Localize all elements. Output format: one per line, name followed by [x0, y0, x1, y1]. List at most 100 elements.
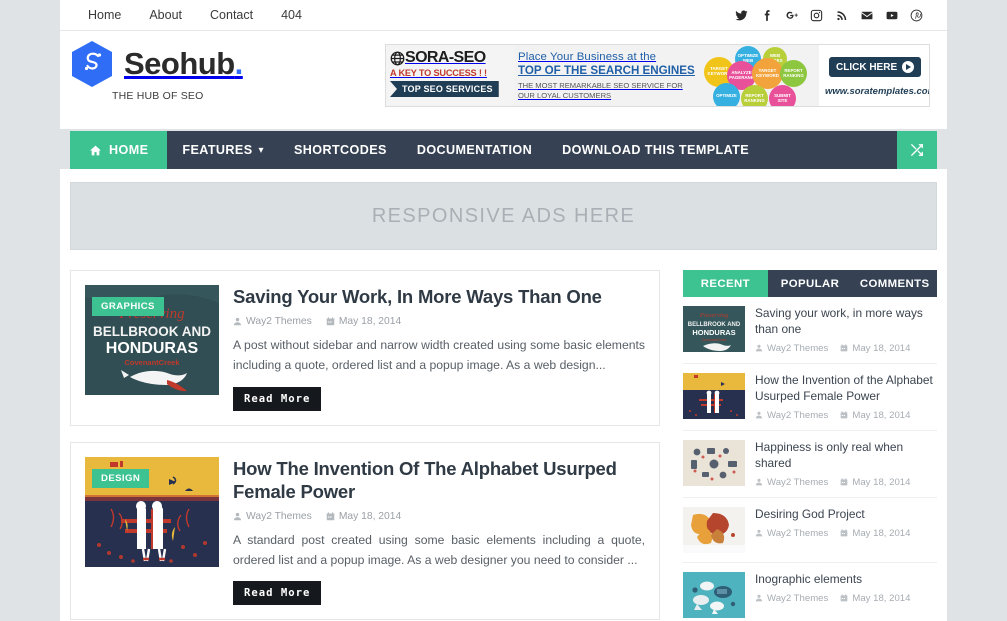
tab-popular[interactable]: POPULAR [768, 270, 853, 297]
list-item[interactable]: How the Invention of the Alphabet Usurpe… [683, 364, 937, 431]
sidebar: RECENT POPULAR COMMENTS Preserving BELLB… [683, 270, 937, 621]
list-item[interactable]: Inographic elements Way2 Themes May 18, … [683, 563, 937, 621]
list-item-title[interactable]: Happiness is only real when shared [755, 440, 937, 472]
ad-copy: Place Your Business at the TOP OF THE SE… [514, 45, 701, 106]
calendar-icon [840, 344, 848, 352]
social-links [729, 4, 947, 26]
post-meta: Way2 Themes May 18, 2014 [233, 511, 645, 522]
ad-cta-label: CLICK HERE [836, 61, 898, 73]
list-item-body: Desiring God Project Way2 Themes May 18,… [755, 507, 937, 539]
ad-bubble-cluster: OPTIMIZE WEB WEB PAGES TARGET KEYWORD AN… [701, 45, 819, 106]
email-icon[interactable] [854, 4, 879, 26]
calendar-icon [840, 411, 848, 419]
tab-recent[interactable]: RECENT [683, 270, 768, 297]
svg-text:HONDURAS: HONDURAS [692, 328, 735, 337]
post-date-text: May 18, 2014 [338, 510, 402, 522]
topnav-item-home[interactable]: Home [74, 0, 135, 30]
list-item-date: May 18, 2014 [840, 343, 910, 354]
list-item-thumbnail [683, 372, 745, 419]
sidebar-tabs: RECENT POPULAR COMMENTS [683, 270, 937, 297]
site-header: Seohub. THE HUB OF SEO SORA-SEO A KEY TO… [60, 31, 947, 129]
list-item[interactable]: Desiring God Project Way2 Themes May 18,… [683, 498, 937, 563]
thumbnail-honduras: Preserving BELLBROOK AND HONDURAS Covena… [683, 306, 745, 352]
list-item-thumbnail [683, 506, 745, 553]
list-item-body: Happiness is only real when shared Way2 … [755, 440, 937, 488]
list-item-title[interactable]: Inographic elements [755, 572, 937, 588]
post-category-badge[interactable]: GRAPHICS [92, 297, 164, 316]
user-icon [233, 512, 242, 521]
top-navigation: Home About Contact 404 [74, 0, 316, 30]
post-author-name: Way2 Themes [246, 316, 312, 328]
logo-wordmark: Seohub. [124, 46, 243, 82]
post-body: Saving Your Work, In More Ways Than One … [233, 285, 645, 411]
instagram-icon[interactable] [804, 4, 829, 26]
ad-ribbon: TOP SEO SERVICES [390, 81, 499, 97]
pinterest-icon[interactable] [904, 4, 929, 26]
post-date: May 18, 2014 [326, 511, 401, 522]
nav-item-features[interactable]: FEATURES ▾ [167, 131, 279, 169]
calendar-icon [840, 594, 848, 602]
nav-item-download-template[interactable]: DOWNLOAD THIS TEMPLATE [547, 131, 764, 169]
topnav-item-contact[interactable]: Contact [196, 0, 267, 30]
calendar-icon [840, 529, 848, 537]
ad-headline-2: TOP OF THE SEARCH ENGINES [518, 64, 695, 77]
list-item[interactable]: Happiness is only real when shared Way2 … [683, 431, 937, 498]
list-item-body: How the Invention of the Alphabet Usurpe… [755, 373, 937, 421]
facebook-icon[interactable] [754, 4, 779, 26]
list-item-author: Way2 Themes [755, 528, 828, 539]
post-thumbnail[interactable]: DESIGN [85, 456, 219, 567]
topnav-item-404[interactable]: 404 [267, 0, 316, 30]
post-date: May 18, 2014 [326, 316, 401, 327]
youtube-icon[interactable] [879, 4, 904, 26]
ad-left-panel: SORA-SEO A KEY TO SUCCESS ! ! TOP SEO SE… [386, 45, 514, 106]
read-more-button[interactable]: Read More [233, 386, 322, 411]
post-title[interactable]: How The Invention Of The Alphabet Usurpe… [233, 457, 645, 503]
twitter-icon[interactable] [729, 4, 754, 26]
header-ad-banner[interactable]: SORA-SEO A KEY TO SUCCESS ! ! TOP SEO SE… [385, 44, 930, 107]
site-logo[interactable]: Seohub. [70, 40, 243, 88]
list-item-date: May 18, 2014 [840, 593, 910, 604]
responsive-ads-placeholder[interactable]: RESPONSIVE ADS HERE [70, 182, 937, 250]
home-icon [90, 145, 101, 155]
list-item-title[interactable]: How the Invention of the Alphabet Usurpe… [755, 373, 937, 405]
google-plus-icon[interactable] [779, 4, 804, 26]
list-item-author: Way2 Themes [755, 477, 828, 488]
nav-item-shortcodes[interactable]: SHORTCODES [279, 131, 402, 169]
svg-text:Preserving: Preserving [699, 312, 729, 319]
list-item-author: Way2 Themes [755, 410, 828, 421]
nav-features-label: FEATURES [182, 143, 253, 157]
list-item-title[interactable]: Saving your work, in more ways than one [755, 306, 937, 338]
ad-click-here-button[interactable]: CLICK HERE [829, 57, 922, 77]
post-date-text: May 18, 2014 [338, 316, 402, 328]
nav-item-documentation[interactable]: DOCUMENTATION [402, 131, 547, 169]
ad-bubble: REPORT RANKING [780, 60, 807, 87]
logo-dot: . [234, 46, 244, 81]
rss-icon[interactable] [829, 4, 854, 26]
topnav-item-about[interactable]: About [135, 0, 196, 30]
shuffle-icon [911, 144, 923, 156]
user-icon [755, 479, 763, 486]
post-item: DESIGN How The Invention Of The Alphabet… [70, 441, 660, 621]
nav-item-home[interactable]: HOME [70, 131, 168, 169]
post-list: Preserving BELLBROOK AND HONDURAS Covena… [70, 270, 660, 621]
sidebar-recent-list: Preserving BELLBROOK AND HONDURAS Covena… [683, 297, 937, 621]
post-thumbnail[interactable]: Preserving BELLBROOK AND HONDURAS Covena… [85, 285, 219, 395]
list-item[interactable]: Preserving BELLBROOK AND HONDURAS Covena… [683, 297, 937, 364]
post-body: How The Invention Of The Alphabet Usurpe… [233, 457, 645, 606]
ad-bubble: REPORT RANKING [741, 85, 768, 106]
list-item-title[interactable]: Desiring God Project [755, 507, 937, 523]
tab-comments[interactable]: COMMENTS [852, 270, 937, 297]
post-item: Preserving BELLBROOK AND HONDURAS Covena… [70, 270, 660, 426]
top-bar: Home About Contact 404 [60, 0, 947, 31]
ad-url: www.soratemplates.com [825, 86, 930, 97]
read-more-button[interactable]: Read More [233, 581, 322, 606]
random-post-button[interactable] [897, 131, 937, 169]
list-item-meta: Way2 Themes May 18, 2014 [755, 410, 937, 421]
svg-text:HONDURAS: HONDURAS [106, 340, 199, 357]
site-tagline: THE HUB OF SEO [112, 90, 204, 102]
play-icon [902, 61, 915, 73]
post-category-badge[interactable]: DESIGN [92, 468, 150, 488]
calendar-icon [326, 317, 335, 326]
post-excerpt: A standard post created using some basic… [233, 532, 645, 567]
post-title[interactable]: Saving Your Work, In More Ways Than One [233, 285, 645, 308]
